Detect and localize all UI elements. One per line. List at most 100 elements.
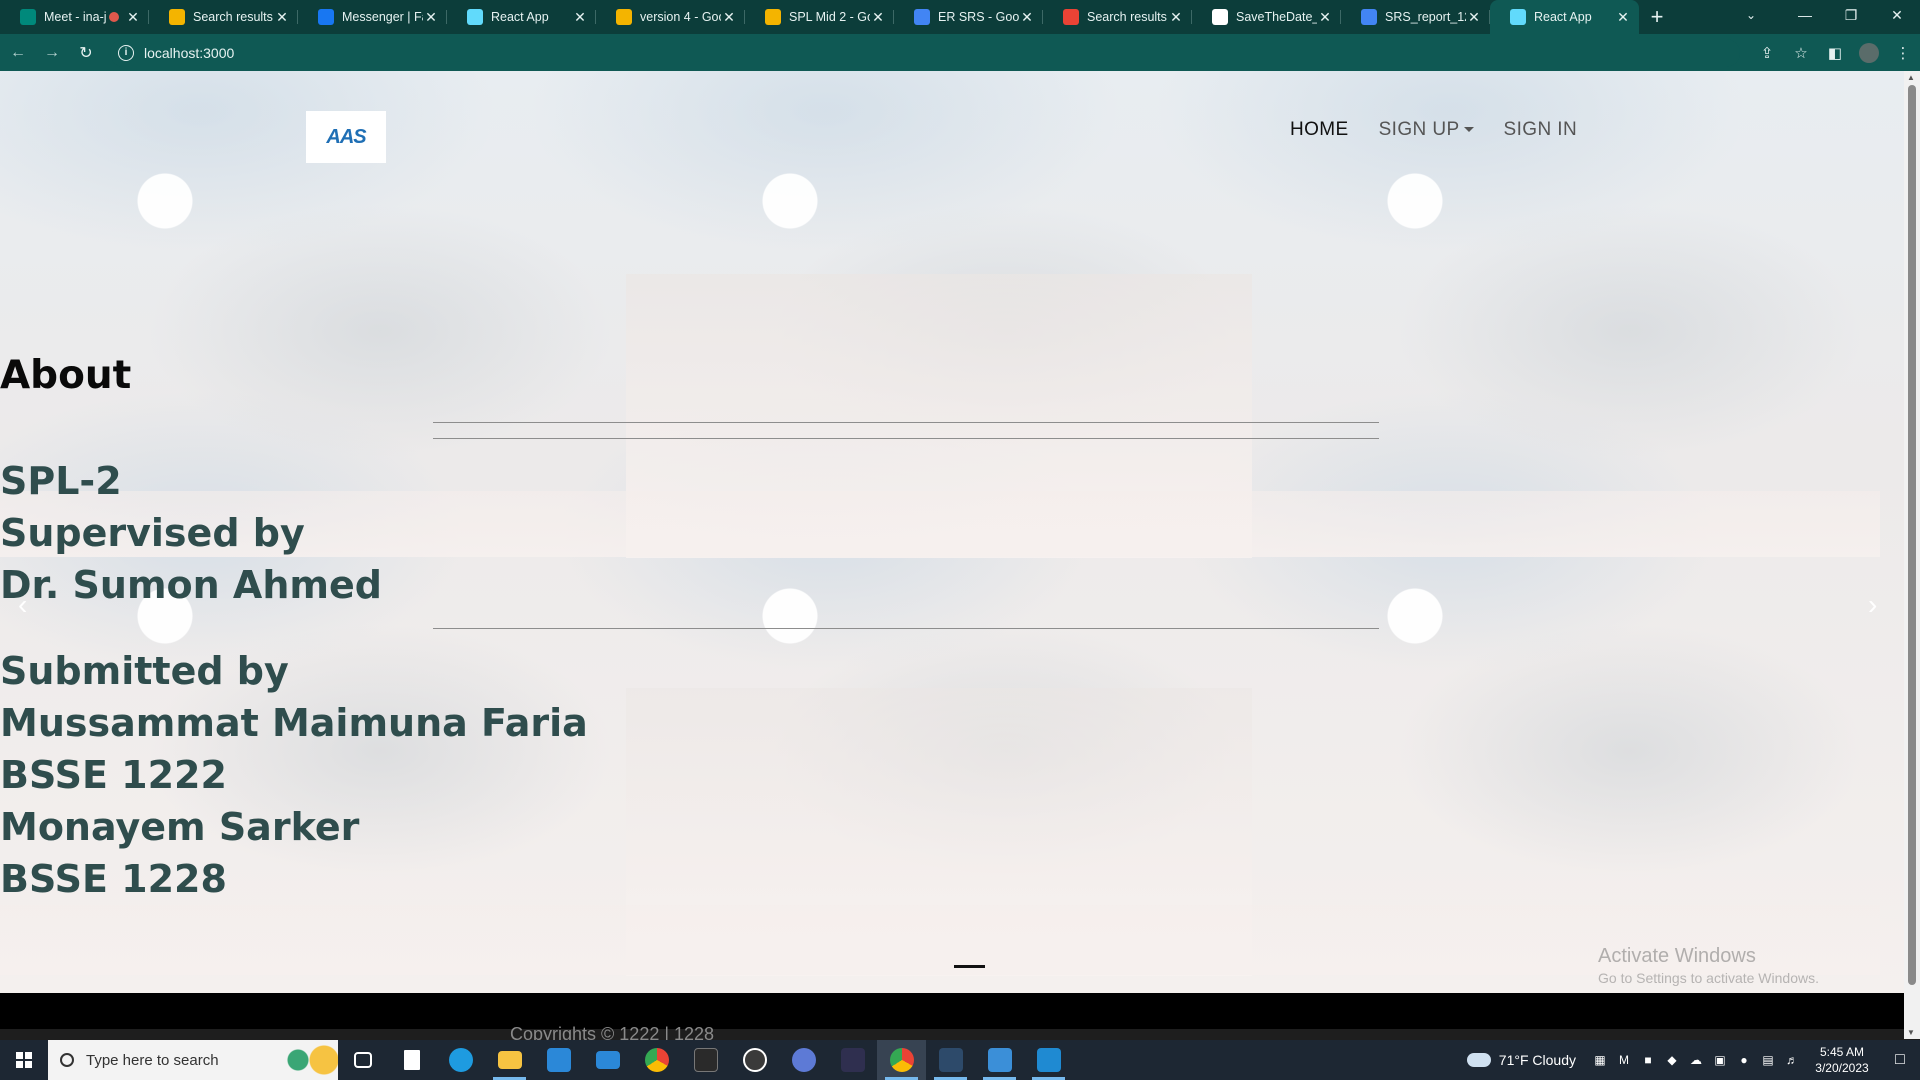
browser-tab[interactable]: Messenger | Fac✕: [298, 0, 447, 34]
notification-icon[interactable]: □: [1880, 1051, 1920, 1069]
tab-title: Search results -: [193, 10, 274, 24]
tab-close-icon[interactable]: ✕: [1168, 9, 1184, 26]
edge-icon[interactable]: [436, 1040, 485, 1080]
clock-date: 3/20/2023: [1815, 1061, 1869, 1075]
tray-app-icon[interactable]: ◆: [1660, 1053, 1684, 1067]
nav-signin[interactable]: SIGN IN: [1504, 119, 1578, 141]
close-window-icon[interactable]: ✕: [1874, 0, 1920, 30]
page-scrollbar[interactable]: ▲ ▼: [1904, 71, 1920, 1039]
tray-app-icon[interactable]: ▣: [1708, 1053, 1732, 1067]
browser-tab[interactable]: React App ✕: [1490, 0, 1639, 34]
volume-icon[interactable]: ♬: [1780, 1053, 1804, 1067]
toolbar-actions: ⇪ ☆ ◧ ⋮: [1750, 34, 1920, 71]
address-bar[interactable]: i localhost:3000: [110, 38, 1740, 67]
tab-title: Meet - ina-j: [44, 10, 107, 24]
tray-app-icon[interactable]: ■: [1636, 1053, 1660, 1067]
site-info-icon[interactable]: i: [118, 44, 134, 61]
app-ob-icon[interactable]: [779, 1040, 828, 1080]
browser-tab[interactable]: version 4 - Goo ✕: [596, 0, 745, 34]
tray-app-icon[interactable]: ▦: [1588, 1053, 1612, 1067]
browser-tab[interactable]: Search results - ✕: [1043, 0, 1192, 34]
nav-home[interactable]: HOME: [1290, 119, 1349, 141]
file-icon[interactable]: [387, 1040, 436, 1080]
browser-tab[interactable]: SRS_report_122✕: [1341, 0, 1490, 34]
weather-text: 71°F Cloudy: [1498, 1052, 1576, 1068]
windows-taskbar: Type here to search 71°F Cloudy ▦ M ■ ◆ …: [0, 1040, 1920, 1080]
page-viewport: AAS HOME SIGN UP SIGN IN About SPL-2 Sup…: [0, 71, 1904, 1029]
microphone-icon[interactable]: ●: [1732, 1053, 1756, 1067]
chrome-icon[interactable]: [632, 1040, 681, 1080]
carousel-prev-icon[interactable]: ‹: [18, 589, 27, 621]
tab-close-icon[interactable]: ✕: [572, 9, 588, 26]
gmail-icon: [1063, 9, 1079, 25]
minimize-icon[interactable]: —: [1782, 0, 1828, 30]
browser-tab[interactable]: ER SRS - Google✕: [894, 0, 1043, 34]
divider: [433, 438, 1379, 439]
site-logo[interactable]: AAS: [306, 111, 386, 163]
profile-avatar[interactable]: [1859, 42, 1879, 63]
microsoft-store-icon[interactable]: [534, 1040, 583, 1080]
cloud-icon: [1466, 1053, 1491, 1067]
bookmark-star-icon[interactable]: ☆: [1784, 44, 1818, 62]
main-nav: HOME SIGN UP SIGN IN: [1290, 119, 1607, 141]
weather-widget[interactable]: 71°F Cloudy: [1466, 1052, 1576, 1068]
photos-icon[interactable]: [975, 1040, 1024, 1080]
facebook-icon: [318, 9, 334, 25]
tab-close-icon[interactable]: ✕: [721, 9, 737, 26]
window-controls: — ❐ ✕: [1782, 0, 1920, 34]
task-view-icon[interactable]: [338, 1040, 387, 1080]
meet-icon: [20, 9, 36, 25]
share-icon[interactable]: ⇪: [1750, 44, 1784, 62]
epic-games-icon[interactable]: [681, 1040, 730, 1080]
file-explorer-icon[interactable]: [485, 1040, 534, 1080]
browser-tab[interactable]: SaveTheDate_SI✕: [1192, 0, 1341, 34]
scrollbar-thumb[interactable]: [1908, 85, 1916, 985]
tab-close-icon[interactable]: ✕: [870, 9, 886, 26]
carousel-indicator[interactable]: [954, 965, 985, 968]
browser-tab[interactable]: SPL Mid 2 - Goo✕: [745, 0, 894, 34]
reload-icon[interactable]: ↻: [70, 39, 102, 67]
tab-title: SaveTheDate_SI: [1236, 10, 1317, 24]
tab-close-icon[interactable]: ✕: [125, 9, 141, 26]
tab-strip: Meet - ina-j ✕ Search results - ✕ Messenger …: [0, 0, 1920, 34]
system-tray: 71°F Cloudy ▦ M ■ ◆ ☁ ▣ ● ▤ ♬ 5:45 AM 3/…: [1466, 1040, 1920, 1080]
app-g-icon[interactable]: [828, 1040, 877, 1080]
menu-kebab-icon[interactable]: ⋮: [1886, 44, 1920, 62]
tab-close-icon[interactable]: ✕: [274, 9, 290, 26]
network-icon[interactable]: ▤: [1756, 1053, 1780, 1067]
tray-app-icon[interactable]: M: [1612, 1053, 1636, 1067]
tab-close-icon[interactable]: ✕: [1019, 9, 1035, 26]
browser-tab[interactable]: Meet - ina-j ✕: [0, 0, 149, 34]
tab-search-icon[interactable]: ⌄: [1728, 0, 1774, 30]
chrome-running-icon[interactable]: [877, 1040, 926, 1080]
scroll-up-icon[interactable]: ▲: [1907, 73, 1915, 82]
onedrive-icon[interactable]: ☁: [1684, 1053, 1708, 1067]
taskbar-search[interactable]: Type here to search: [48, 1040, 338, 1080]
start-button[interactable]: [0, 1040, 48, 1080]
tab-close-icon[interactable]: ✕: [423, 9, 439, 26]
restore-icon[interactable]: ❐: [1828, 0, 1874, 30]
tab-close-icon[interactable]: ✕: [1466, 9, 1482, 26]
browser-tab[interactable]: React App ✕: [447, 0, 596, 34]
react-icon: [1510, 9, 1526, 25]
drive-icon: [169, 9, 185, 25]
nav-signup[interactable]: SIGN UP: [1379, 119, 1474, 141]
activate-windows-title: Activate Windows: [1598, 945, 1756, 967]
vscode-icon[interactable]: [1024, 1040, 1073, 1080]
tab-title: ER SRS - Google: [938, 10, 1019, 24]
forward-icon[interactable]: →: [36, 39, 68, 67]
new-tab-button[interactable]: +: [1639, 0, 1675, 34]
clock[interactable]: 5:45 AM 3/20/2023: [1804, 1044, 1880, 1076]
side-panel-icon[interactable]: ◧: [1818, 44, 1852, 62]
browser-tab[interactable]: Search results - ✕: [149, 0, 298, 34]
back-icon[interactable]: ←: [2, 39, 34, 67]
tab-title: SPL Mid 2 - Goo: [789, 10, 870, 24]
scroll-down-icon[interactable]: ▼: [1907, 1028, 1915, 1037]
tab-close-icon[interactable]: ✕: [1615, 9, 1631, 26]
mail-icon[interactable]: [583, 1040, 632, 1080]
docs-icon: [914, 9, 930, 25]
carousel-next-icon[interactable]: ›: [1868, 589, 1877, 621]
obs-icon[interactable]: [730, 1040, 779, 1080]
tab-close-icon[interactable]: ✕: [1317, 9, 1333, 26]
app-terminal-icon[interactable]: [926, 1040, 975, 1080]
